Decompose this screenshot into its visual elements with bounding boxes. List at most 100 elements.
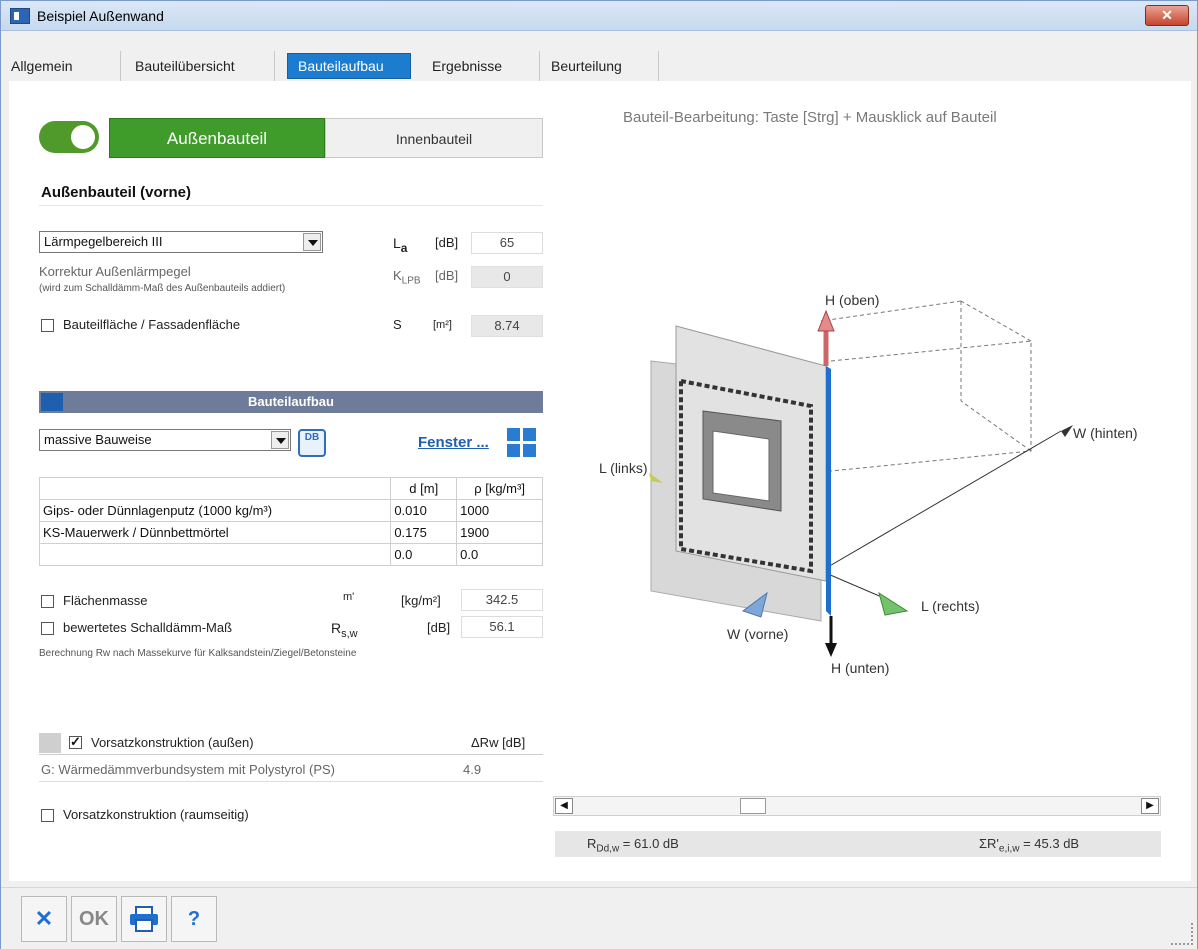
rw-label: bewertetes Schalldämm-Maß [63,620,233,635]
layer-name[interactable]: Gips- oder Dünnlagenputz (1000 kg/m³) [38,499,392,522]
density-header: ρ [kg/m³] [456,477,543,500]
klpb-symbol: KLPB [393,268,421,287]
mass-unit: [kg/m²] [401,593,441,608]
table-row[interactable]: Gips- oder Dünnlagenputz (1000 kg/m³) 0.… [38,499,543,522]
scroll-right-icon[interactable]: ▶ [1141,798,1159,814]
app-icon [10,8,30,24]
layer-thickness[interactable]: 0.010 [390,499,458,522]
inner-facing-label: Vorsatzkonstruktion (raumseitig) [63,807,249,822]
rw-symbol: Rs,w [331,620,358,640]
delta-rw-header: ΔRw [dB] [471,735,526,750]
layer-thickness[interactable]: 0.0 [390,543,458,566]
outer-facing-item[interactable]: G: Wärmedämmverbundsystem mit Polystyrol… [41,762,335,777]
noise-range-select[interactable]: Lärmpegelbereich III [39,231,323,253]
scroll-thumb[interactable] [740,798,766,814]
section-marker [41,393,63,411]
outer-facing-value: 4.9 [463,762,482,777]
grid-view-icon[interactable] [507,428,537,458]
outer-facing-checkbox[interactable] [69,734,82,750]
window-glass[interactable] [712,430,770,502]
tab-allgemein[interactable]: Allgemein [1,51,121,81]
tab-beurteilung[interactable]: Beurteilung [541,51,659,81]
correction-note: (wird zum Schalldämm-Maß des Außenbautei… [39,283,286,294]
layer-name[interactable] [38,543,392,566]
result-status-bar: RDd,w = 61.0 dB ΣR'e,i,w = 45.3 dB [555,831,1161,857]
la-unit: [dB] [435,235,459,250]
bottom-toolbar: ✕ OK ? [1,887,1197,949]
color-swatch [39,733,61,753]
layer-table: d [m] ρ [kg/m³] Gips- oder Dünnlagenputz… [38,477,543,566]
layer-density[interactable]: 1900 [456,521,543,544]
w-back-label: W (hinten) [1073,425,1138,441]
cancel-button[interactable]: ✕ [21,896,67,942]
area-value-field: 8.74 [471,315,543,337]
divider [39,781,543,782]
tab-bauteilaufbau[interactable]: Bauteilaufbau [287,53,411,79]
room-box-edge [960,300,1032,342]
dialog-window: Beispiel Außenwand ✕ Allgemein Bauteilüb… [0,0,1198,949]
klpb-unit: [dB] [435,268,459,283]
scroll-left-icon[interactable]: ◀ [555,798,573,814]
view-scrollbar[interactable]: ◀ ▶ [553,796,1161,816]
room-box-edge [960,400,1032,452]
layer-name-header [38,477,392,500]
rdd-result: RDd,w = 61.0 dB [587,836,679,855]
w-axis-line [820,430,1062,572]
layer-density[interactable]: 1000 [456,499,543,522]
build-section-band: Bauteilaufbau [39,391,543,413]
outer-section-heading: Außenbauteil (vorne) [39,182,543,206]
database-icon[interactable]: DB [298,429,326,457]
component-3d-view[interactable]: H (oben) H (unten) W (hinten) W (vorne) … [581,281,1171,701]
table-row[interactable]: 0.0 0.0 [38,543,543,566]
rw-value-field: 56.1 [461,616,543,638]
rw-checkbox[interactable] [41,622,54,635]
mass-label: Flächenmasse [63,593,148,608]
h-bottom-arrow-icon [825,643,837,657]
chevron-down-icon[interactable] [303,233,321,251]
help-button[interactable]: ? [171,896,217,942]
component-toggle[interactable] [39,121,99,153]
tab-bauteiluebersicht[interactable]: Bauteilübersicht [125,51,275,81]
la-value-field[interactable]: 65 [471,232,543,254]
tab-bar: Allgemein Bauteilübersicht Bauteilaufbau… [1,51,1197,81]
tab-ergebnisse[interactable]: Ergebnisse [422,51,540,81]
l-left-label: L (links) [599,460,648,476]
layer-name[interactable]: KS-Mauerwerk / Dünnbettmörtel [38,521,392,544]
mass-symbol: m' [343,591,355,603]
layer-density[interactable]: 0.0 [456,543,543,566]
thickness-header: d [m] [390,477,458,500]
build-section-title: Bauteilaufbau [248,394,334,409]
outer-facing-row: Vorsatzkonstruktion (außen) ΔRw [dB] [39,731,543,755]
resize-grip-icon[interactable] [1171,923,1193,945]
edit-hint: Bauteil-Bearbeitung: Taste [Strg] + Maus… [623,109,997,126]
layer-table-header: d [m] ρ [kg/m³] [38,477,543,500]
h-bottom-label: H (unten) [831,660,889,676]
h-top-label: H (oben) [825,292,879,308]
layer-thickness[interactable]: 0.175 [390,521,458,544]
l-right-label: L (rechts) [921,598,980,614]
construction-type-value: massive Bauweise [44,432,152,447]
inner-facing-checkbox[interactable] [41,809,54,822]
area-label: Bauteilfläche / Fassadenfläche [63,317,241,332]
chevron-down-icon[interactable] [271,431,289,449]
ok-button[interactable]: OK [71,896,117,942]
close-button[interactable]: ✕ [1145,5,1189,26]
l-right-arrow-icon [878,591,909,616]
mass-checkbox[interactable] [41,595,54,608]
window-title: Beispiel Außenwand [37,8,164,24]
wall-edge [826,366,831,616]
room-box-edge [830,340,1032,472]
area-unit: [m²] [433,319,452,331]
inner-component-button[interactable]: Innenbauteil [325,118,543,158]
print-button[interactable] [121,896,167,942]
noise-range-value: Lärmpegelbereich III [44,234,163,249]
area-checkbox[interactable] [41,319,54,332]
window-link[interactable]: Fenster ... [418,434,489,451]
outer-component-button[interactable]: Außenbauteil [109,118,325,158]
title-bar: Beispiel Außenwand ✕ [1,1,1197,31]
construction-type-select[interactable]: massive Bauweise [39,429,291,451]
klpb-value-field: 0 [471,266,543,288]
area-symbol: S [393,317,402,332]
printer-icon [130,906,158,932]
table-row[interactable]: KS-Mauerwerk / Dünnbettmörtel 0.175 1900 [38,521,543,544]
